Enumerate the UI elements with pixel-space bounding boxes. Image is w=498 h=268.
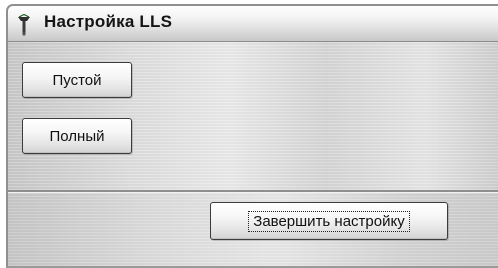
empty-button-label: Пустой — [52, 71, 102, 89]
finish-setup-button[interactable]: Завершить настройку — [210, 202, 448, 240]
full-button[interactable]: Полный — [22, 118, 132, 154]
finish-setup-button-label: Завершить настройку — [248, 210, 410, 232]
empty-button[interactable]: Пустой — [22, 62, 132, 98]
title-bar[interactable]: Настройка LLS — [8, 6, 498, 42]
full-button-label: Полный — [49, 127, 105, 145]
window-title: Настройка LLS — [44, 12, 173, 31]
antenna-icon — [15, 13, 33, 36]
